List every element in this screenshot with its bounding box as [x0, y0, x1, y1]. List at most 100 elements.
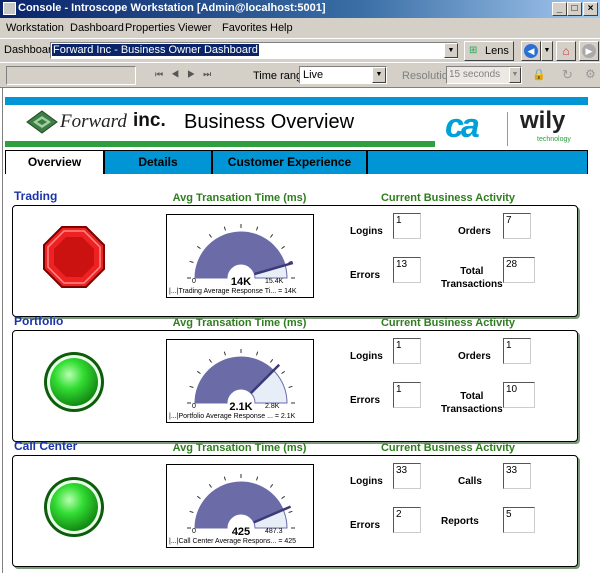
- metric-value-box: 7: [503, 213, 531, 239]
- tab-customer-experience[interactable]: Customer Experience: [212, 150, 367, 174]
- metric-value-box: 28: [503, 257, 535, 283]
- metric-value-box: 1: [393, 213, 421, 239]
- metric-label: Logins: [350, 226, 383, 237]
- gauge-max: 2.8K: [265, 403, 280, 410]
- metric-label: Errors: [350, 520, 381, 531]
- forward-logo-icon: [26, 110, 58, 134]
- gauge-max: 15.4K: [265, 278, 284, 285]
- lens-button-label: Lens: [485, 45, 509, 57]
- menu-dashboard[interactable]: Dashboard: [70, 22, 124, 34]
- metric-value-box: 13: [393, 257, 421, 283]
- header-band-green: [5, 141, 435, 147]
- metric-value-box: 33: [393, 463, 421, 489]
- metric-value-box: 1: [393, 338, 421, 364]
- lens-button[interactable]: ⊞ Lens: [464, 41, 514, 61]
- close-button[interactable]: ×: [583, 2, 598, 16]
- window-title-bar[interactable]: Console - Introscope Workstation [Admin@…: [0, 0, 600, 18]
- gauge-title: Avg Transation Time (ms): [172, 192, 307, 204]
- wily-logo-subtitle: technology: [537, 136, 571, 143]
- skip-end-icon[interactable]: ⏭: [203, 69, 219, 79]
- menu-favorites[interactable]: Favorites: [222, 22, 267, 34]
- back-button[interactable]: ◀: [521, 41, 541, 61]
- time-range-dropdown-arrow[interactable]: ▼: [372, 67, 386, 83]
- menu-workstation[interactable]: Workstation: [6, 22, 64, 34]
- metric-label: Logins: [350, 351, 383, 362]
- activity-title: Current Business Activity: [380, 317, 516, 329]
- window-title: Console - Introscope Workstation [Admin@…: [18, 2, 326, 14]
- gauge-min: 0: [192, 278, 196, 285]
- page-title: Business Overview: [184, 111, 355, 133]
- status-indicator: [42, 475, 106, 539]
- metric-value-box: 10: [503, 382, 535, 408]
- forward-arrow-icon: ▶: [582, 44, 596, 58]
- back-history-dropdown[interactable]: ▼: [541, 41, 553, 61]
- metric-label: Logins: [350, 476, 383, 487]
- stop-sign-icon: [43, 226, 105, 288]
- step-forward-icon[interactable]: ▶: [187, 69, 203, 79]
- menu-viewer[interactable]: Viewer: [178, 22, 211, 34]
- gauge-widget: 0 15.4K 14K |...|Trading Average Response T…: [166, 214, 314, 298]
- refresh-icon[interactable]: ↻: [562, 67, 573, 83]
- lens-icon: ⊞: [469, 45, 478, 56]
- section-title: Portfolio: [14, 314, 64, 328]
- resolution-dropdown-arrow[interactable]: ▼: [509, 67, 521, 83]
- metric-label: Orders: [458, 351, 491, 362]
- menu-help[interactable]: Help: [270, 22, 293, 34]
- menu-properties[interactable]: Properties: [125, 22, 175, 34]
- activity-title: Current Business Activity: [380, 442, 516, 454]
- tab-overview[interactable]: Overview: [5, 150, 104, 174]
- brand-name: Forward: [60, 111, 127, 132]
- metric-value-box: 5: [503, 507, 535, 533]
- gauge-min: 0: [192, 403, 196, 410]
- metric-value-box: 1: [503, 338, 531, 364]
- home-button[interactable]: ⌂: [556, 41, 576, 61]
- gauge-caption: |...|Portfolio Average Response ... = 2.…: [169, 413, 296, 420]
- ca-logo: ca: [445, 107, 480, 145]
- resolution-value: 15 seconds: [449, 69, 501, 80]
- resolution-select[interactable]: 15 seconds ▼: [446, 66, 522, 84]
- activity-title: Current Business Activity: [380, 192, 516, 204]
- gauge-value: 14K: [230, 276, 252, 288]
- tab-strip-filler: [367, 150, 588, 174]
- header-band-top: [5, 97, 588, 105]
- home-icon: ⌂: [562, 44, 570, 58]
- time-display: [6, 66, 136, 85]
- dashboard-bar: Dashboard: Forward Inc - Business Owner …: [0, 38, 600, 62]
- status-indicator: [42, 350, 106, 414]
- green-light-icon: [44, 352, 104, 412]
- brand-suffix: inc.: [133, 110, 166, 131]
- minimize-button[interactable]: _: [552, 2, 567, 16]
- playback-controls: ⏮◀▶⏭: [155, 69, 219, 80]
- gauge-value: 2.1K: [229, 401, 253, 413]
- lock-icon[interactable]: 🔒: [532, 68, 546, 81]
- gauge-widget: 0 487.3 425 |...|Call Center Average Respon…: [166, 464, 314, 548]
- skip-start-icon[interactable]: ⏮: [155, 69, 171, 79]
- settings-icon[interactable]: ⚙: [585, 67, 596, 81]
- wily-logo: wily: [520, 107, 566, 134]
- step-back-icon[interactable]: ◀: [171, 69, 187, 79]
- metric-value-box: 1: [393, 382, 421, 408]
- metric-label: Orders: [458, 226, 491, 237]
- status-indicator: [42, 225, 106, 289]
- time-range-value: Live: [303, 69, 324, 81]
- dashboard-select[interactable]: Forward Inc - Business Owner Dashboard: [50, 42, 458, 59]
- dashboard-dropdown-arrow[interactable]: ▼: [444, 43, 458, 58]
- gauge-max: 487.3: [265, 528, 283, 535]
- logo-divider: [507, 112, 508, 146]
- metric-label: Total Transactions: [441, 266, 503, 290]
- metric-value-box: 33: [503, 463, 531, 489]
- gauge-title: Avg Transation Time (ms): [172, 317, 307, 329]
- tab-details[interactable]: Details: [104, 150, 212, 174]
- forward-button[interactable]: ▶: [579, 41, 599, 61]
- metric-label: Reports: [441, 516, 479, 527]
- metric-label: Errors: [350, 395, 381, 406]
- gauge-value: 425: [231, 526, 251, 538]
- green-light-icon: [44, 477, 104, 537]
- gauge-caption: |...|Call Center Average Respons... = 42…: [169, 538, 297, 545]
- maximize-button[interactable]: □: [567, 2, 582, 16]
- menu-bar: Workstation Dashboard Properties Viewer …: [0, 18, 600, 38]
- gauge-title: Avg Transation Time (ms): [172, 442, 307, 454]
- gauge-caption: |...|Trading Average Response Ti... = 14…: [169, 288, 297, 295]
- time-range-select[interactable]: Live ▼: [299, 66, 387, 84]
- app-icon: [3, 2, 16, 15]
